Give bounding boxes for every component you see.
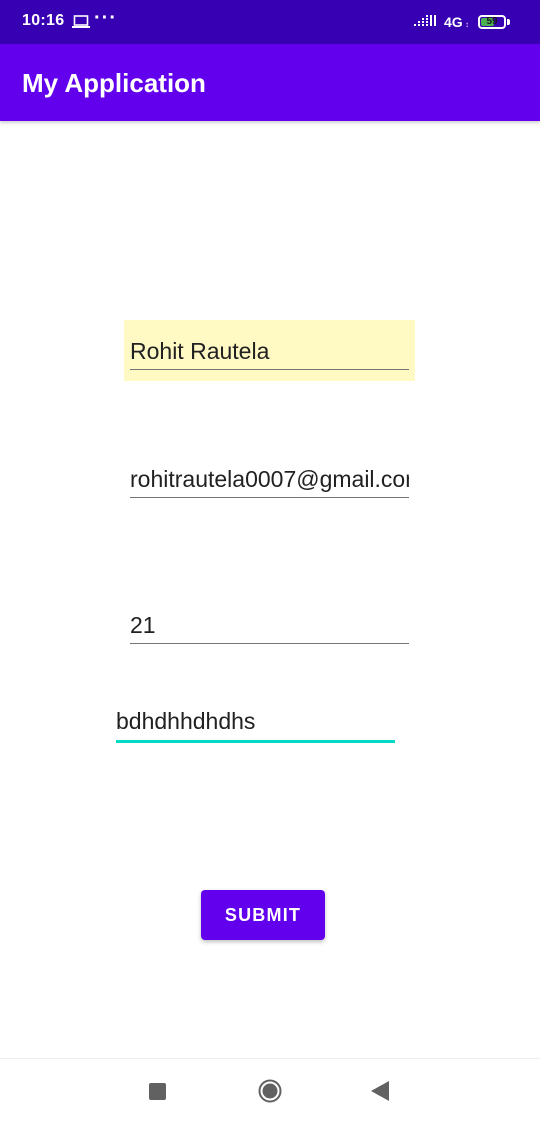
app-screen: 10:16 ··· 4G ↕ 59 My Application Rohit R… [0,0,540,1123]
name-field-underline [130,369,409,370]
message-field-value: bdhdhhdhdhs [116,708,256,734]
data-activity-icon: ↕ [465,20,469,29]
message-field[interactable]: bdhdhhdhdhs [116,704,395,746]
recent-apps-icon[interactable] [149,1083,166,1100]
back-icon[interactable] [371,1081,389,1101]
battery-level-text: 59 [486,16,498,27]
laptop-icon [72,15,90,28]
message-field-underline [116,740,395,743]
battery-tip [507,19,510,25]
name-field[interactable]: Rohit Rautela [124,320,415,381]
navigation-bar [0,1058,540,1123]
submit-button[interactable]: SUBMIT [201,890,325,940]
app-title: My Application [22,68,206,98]
age-field-value: 21 [130,612,156,638]
signal-icon [414,15,436,26]
network-type-label: 4G [444,14,463,30]
email-field-underline [130,497,409,498]
age-field-underline [130,643,409,644]
status-time: 10:16 [22,12,65,29]
name-field-value: Rohit Rautela [130,338,270,364]
email-field-value: rohitrautela0007@gmail.com [130,466,409,492]
status-bar: 10:16 ··· 4G ↕ 59 [0,0,540,44]
home-icon[interactable] [258,1079,282,1103]
email-field[interactable]: rohitrautela0007@gmail.com [130,460,409,500]
age-field[interactable]: 21 [130,606,409,646]
app-bar: My Application [0,44,540,121]
battery-icon: 59 [478,15,506,29]
more-notifications-icon: ··· [94,7,117,29]
